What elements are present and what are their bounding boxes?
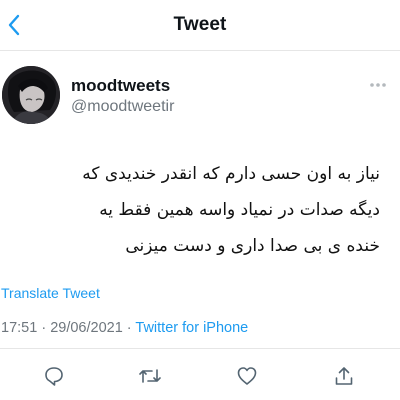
- tweet-text: نیاز به اون حسی دارم که انقدر خندیدی که …: [82, 164, 380, 256]
- translate-tweet-link[interactable]: Translate Tweet: [1, 285, 100, 301]
- tweet-time: 17:51: [1, 320, 38, 336]
- tweet-date: 29/06/2021: [50, 320, 123, 336]
- author-display-name[interactable]: moodtweets: [71, 76, 170, 96]
- meta-separator: ·: [122, 320, 136, 336]
- tweet-metadata: 17:51 · 29/06/2021 · Twitter for iPhone: [1, 320, 248, 336]
- like-icon: [237, 367, 257, 385]
- like-button[interactable]: [234, 363, 260, 389]
- top-bar: Tweet: [0, 0, 400, 51]
- author-handle[interactable]: @moodtweetir: [71, 98, 174, 116]
- more-options-icon: [370, 83, 386, 87]
- share-icon: [335, 367, 353, 385]
- page-title: Tweet: [173, 14, 227, 35]
- retweet-button[interactable]: [137, 363, 163, 389]
- reply-icon: [45, 367, 63, 386]
- meta-separator: ·: [37, 320, 51, 336]
- retweet-icon: [139, 369, 161, 383]
- avatar[interactable]: [2, 66, 60, 124]
- divider: [0, 348, 400, 349]
- avatar-image: [2, 66, 60, 124]
- tweet-source-link[interactable]: Twitter for iPhone: [135, 320, 248, 336]
- reply-button[interactable]: [41, 363, 67, 389]
- share-button[interactable]: [331, 363, 357, 389]
- more-options-button[interactable]: [368, 78, 388, 92]
